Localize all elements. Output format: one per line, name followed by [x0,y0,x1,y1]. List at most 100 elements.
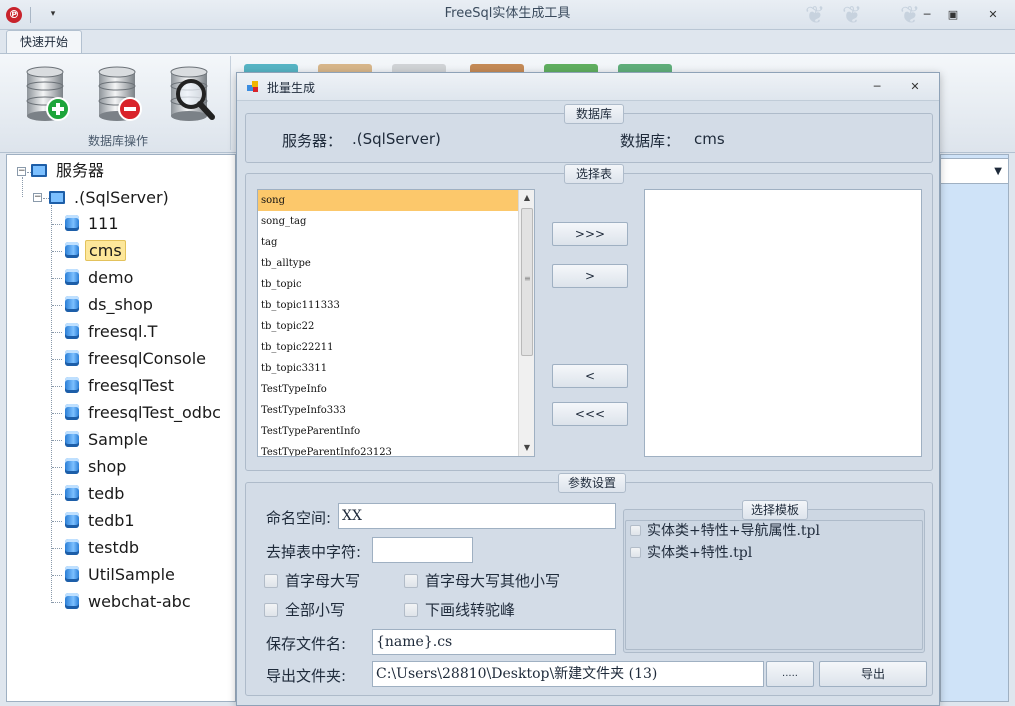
remove-database-icon[interactable] [95,64,143,122]
add-button[interactable]: > [552,264,628,288]
minimize-button[interactable]: ─ [918,8,936,22]
tree-line [52,440,62,441]
title-decoration-icon: ❦ [842,1,863,29]
table-list-item[interactable]: TestTypeParentInfo [258,421,534,442]
tree-node-database[interactable]: testdb [65,536,142,560]
table-list-item[interactable]: tb_topic [258,274,534,295]
close-button[interactable]: ✕ [984,8,1002,22]
maximize-button[interactable]: ▣ [944,8,962,22]
table-list-item[interactable]: tb_topic3311 [258,358,534,379]
table-list-item[interactable]: tb_topic22 [258,316,534,337]
database-icon [65,242,79,258]
tab-quickstart[interactable]: 快速开始 [6,30,82,54]
tree-node-database[interactable]: shop [65,455,129,479]
tree-node-label: shop [88,457,127,476]
checkbox-box[interactable] [404,574,418,588]
tree-node-database[interactable]: freesqlTest [65,374,177,398]
save-filename-input[interactable]: {name}.cs [372,629,616,655]
available-tables-list[interactable]: song song_tag tag tb_alltype tb_topic tb_topi… [257,189,535,457]
tree-node-database[interactable]: webchat-abc [65,590,194,614]
checkbox-box[interactable] [264,603,278,617]
scrollbar-thumb[interactable]: ≡ [521,208,533,356]
scroll-down-icon[interactable]: ▼ [519,440,534,456]
table-list-item[interactable]: TestTypeInfo [258,379,534,400]
tree-line [51,205,52,603]
scroll-up-icon[interactable]: ▲ [519,190,534,206]
tree-root-servers[interactable]: 服务器 [31,159,107,183]
template-list[interactable]: 实体类+特性+导航属性.tpl 实体类+特性.tpl [625,520,923,650]
first-upper-checkbox[interactable]: 首字母大写 [264,571,360,591]
export-folder-label: 导出文件夹: [266,667,347,685]
ribbon-group-database: 数据库操作 [5,56,231,150]
first-upper-rest-lower-checkbox[interactable]: 首字母大写其他小写 [404,571,560,591]
remove-button[interactable]: < [552,364,628,388]
checkbox-box[interactable] [630,547,641,558]
list-scrollbar[interactable]: ▲ ≡ ▼ [518,190,534,456]
template-checkbox[interactable]: 实体类+特性.tpl [630,543,752,563]
tree-node-database[interactable]: UtilSample [65,563,178,587]
dialog-minimize-button[interactable]: ─ [869,80,885,94]
export-folder-input[interactable]: C:\Users\28810\Desktop\新建文件夹 (13) [372,661,764,687]
export-button[interactable]: 导出 [819,661,927,687]
add-database-icon[interactable] [23,64,71,122]
table-list-item[interactable]: TestTypeParentInfo23123 [258,442,534,456]
window-title: FreeSql实体生成工具 [444,6,571,21]
tree-line [52,305,62,306]
tree-node-database[interactable]: Sample [65,428,151,452]
dialog-close-button[interactable]: ✕ [907,80,923,94]
tree-node-database[interactable]: 111 [65,212,122,236]
table-list-item[interactable]: tb_topic111333 [258,295,534,316]
table-list-item[interactable]: tb_topic22211 [258,337,534,358]
tree-node-label: freesqlTest [88,376,174,395]
table-list-item[interactable]: TestTypeInfo333 [258,400,534,421]
table-list-item[interactable]: song [258,190,534,211]
tree-node-database[interactable]: tedb1 [65,509,138,533]
tree-node-database[interactable]: cms [65,239,126,263]
tree-node-database[interactable]: freesqlConsole [65,347,209,371]
template-checkbox[interactable]: 实体类+特性+导航属性.tpl [630,521,820,541]
template-group-title: 选择模板 [742,500,808,520]
tree-node-database[interactable]: tedb [65,482,127,506]
checkbox-box[interactable] [404,603,418,617]
tree-node-label: demo [88,268,134,287]
checkbox-label: 首字母大写其他小写 [425,572,561,590]
table-list-item[interactable]: tb_alltype [258,253,534,274]
main-titlebar: ℗ ▾ FreeSql实体生成工具 ❦ ❦ ❦ ─ ▣ ✕ [0,0,1015,30]
database-icon [65,431,79,447]
add-all-button[interactable]: >>> [552,222,628,246]
chevron-down-icon[interactable]: ▼ [994,166,1002,177]
tree-node-database[interactable]: demo [65,266,136,290]
tree-node-database[interactable]: freesqlTest_odbc [65,401,224,425]
table-list-item[interactable]: tag [258,232,534,253]
remove-all-button[interactable]: <<< [552,402,628,426]
main-combo-box[interactable]: ▼ [940,158,1009,184]
database-group-title: 数据库 [564,104,624,124]
underscore-camel-checkbox[interactable]: 下画线转驼峰 [404,600,515,620]
server-tree[interactable]: − − 服务器 .(SqlServer) 111 cms demo ds_shopfr… [6,154,236,702]
tree-node-label: tedb [88,484,125,503]
table-list-item[interactable]: song_tag [258,211,534,232]
all-lower-checkbox[interactable]: 全部小写 [264,600,345,620]
tree-line [52,386,62,387]
checkbox-box[interactable] [264,574,278,588]
tree-node-database[interactable]: ds_shop [65,293,156,317]
table-select-group-title: 选择表 [564,164,624,184]
namespace-input[interactable]: XX [338,503,616,529]
strip-chars-input[interactable] [372,537,473,563]
tree-node-database[interactable]: freesql.T [65,320,160,344]
namespace-label: 命名空间: [266,509,332,527]
query-database-icon[interactable] [167,64,215,122]
dialog-icon [247,81,258,92]
browse-button[interactable]: ..... [766,661,814,687]
database-icon [65,323,79,339]
grip-icon: ≡ [524,274,531,283]
database-icon [65,404,79,420]
tree-collapse-icon[interactable]: − [17,167,26,176]
tree-node-label: freesql.T [88,322,158,341]
tree-collapse-icon[interactable]: − [33,193,42,202]
database-icon [65,485,79,501]
checkbox-box[interactable] [630,525,641,536]
tree-node-server[interactable]: .(SqlServer) [49,186,172,210]
selected-tables-list[interactable] [644,189,922,457]
params-group-title: 参数设置 [558,473,626,493]
